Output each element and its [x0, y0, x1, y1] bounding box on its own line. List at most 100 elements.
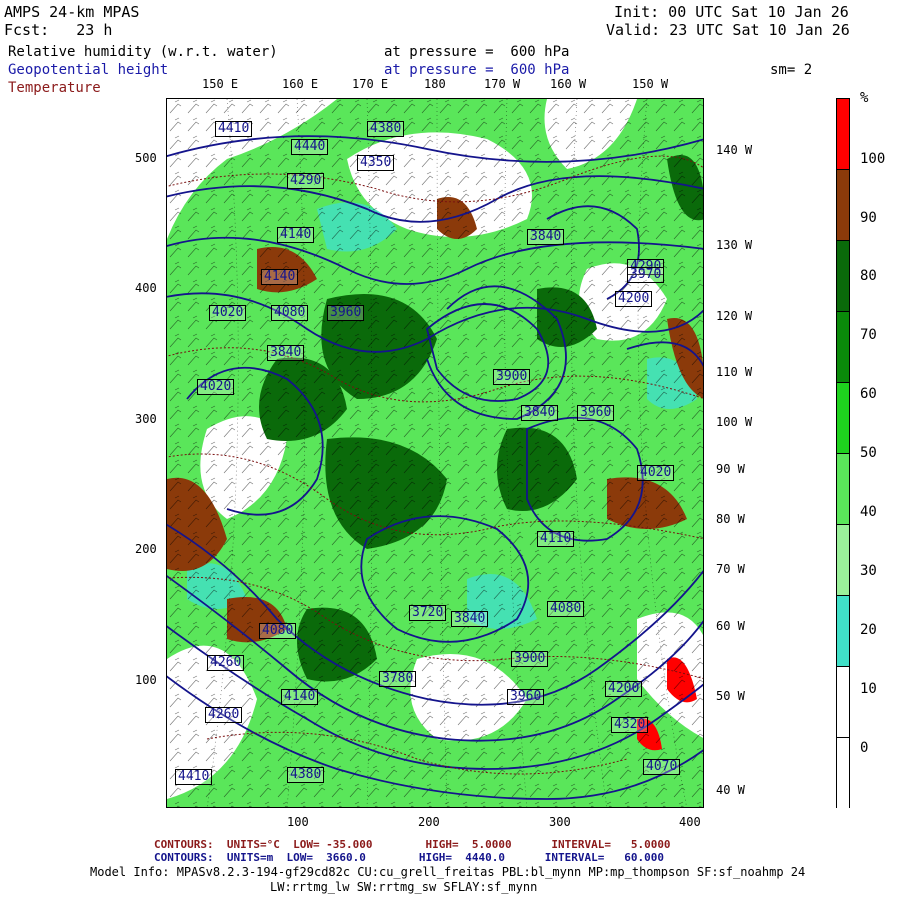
right-lon-label: 140 W	[716, 143, 753, 157]
right-lon-label: 80 W	[716, 512, 745, 526]
map-panel[interactable]: 4410 4380 4440 4350 4290 4140 4140 4020 4080 3840…	[166, 98, 704, 808]
height-contour-label: 3840	[527, 229, 565, 245]
field-rh-level: at pressure = 600 hPa	[384, 44, 570, 60]
height-contour-label: 4020	[209, 305, 247, 321]
right-lon-label: 50 W	[716, 689, 745, 703]
model-info-line-2: LW:rrtmg_lw SW:rrtmg_sw SFLAY:sf_mynn	[270, 880, 538, 894]
height-contour-label: 3960	[507, 689, 545, 705]
right-lon-label: 60 W	[716, 619, 745, 633]
height-contour-label: 4080	[271, 305, 309, 321]
height-contour-label: 4070	[643, 759, 681, 775]
y-tick-label: 200	[135, 542, 157, 556]
height-contour-label: 3840	[521, 405, 559, 421]
right-lon-label: 130 W	[716, 238, 753, 252]
height-contour-label: 4080	[259, 623, 297, 639]
x-tick-label: 400	[679, 815, 701, 829]
legend-level-label: 100	[860, 151, 886, 167]
top-lon-label: 150 E	[202, 77, 239, 91]
height-contour-label: 4380	[367, 121, 405, 137]
right-lon-label: 120 W	[716, 309, 753, 323]
smoothing-label: sm= 2	[770, 62, 813, 78]
init-time: Init: 00 UTC Sat 10 Jan 26	[614, 3, 849, 21]
height-contour-label: 4380	[287, 767, 325, 783]
y-tick-label: 300	[135, 412, 157, 426]
height-contour-label: 4140	[281, 689, 319, 705]
legend-level-label: 80	[860, 268, 877, 284]
height-contour-label: 3840	[451, 611, 489, 627]
legend-level-label: 40	[860, 504, 877, 520]
top-lon-label: 170 W	[484, 77, 521, 91]
legend-color-segment	[837, 596, 849, 667]
legend-unit: %	[860, 90, 869, 106]
rh-color-legend	[836, 98, 850, 809]
height-contour-label: 3900	[511, 651, 549, 667]
legend-color-segment	[837, 241, 849, 312]
field-height-level: at pressure = 600 hPa	[384, 62, 570, 78]
height-contour-label: 4410	[215, 121, 253, 137]
field-height-name: Geopotential height	[8, 62, 169, 78]
height-contour-label: 3970	[627, 267, 665, 283]
legend-color-segment	[837, 667, 849, 738]
valid-time: Valid: 23 UTC Sat 10 Jan 26	[606, 21, 850, 39]
wind-barbs	[167, 99, 703, 807]
top-lon-label: 150 W	[632, 77, 669, 91]
height-contour-label: 4260	[205, 707, 243, 723]
temp-contour-info: CONTOURS: UNITS=°C LOW= -35.000 HIGH= 5.…	[154, 838, 671, 851]
height-contour-label: 3780	[379, 671, 417, 687]
right-lon-label: 40 W	[716, 783, 745, 797]
height-contour-label: 4350	[357, 155, 395, 171]
legend-color-segment	[837, 454, 849, 525]
top-lon-label: 180	[424, 77, 446, 91]
legend-color-segment	[837, 525, 849, 596]
right-lon-label: 100 W	[716, 415, 753, 429]
x-tick-label: 200	[418, 815, 440, 829]
legend-level-label: 0	[860, 740, 869, 756]
height-contour-label: 4440	[291, 139, 329, 155]
height-contour-label: 3960	[327, 305, 365, 321]
top-lon-label: 160 W	[550, 77, 587, 91]
height-contour-label: 4410	[175, 769, 213, 785]
legend-level-label: 70	[860, 327, 877, 343]
height-contour-label: 3900	[493, 369, 531, 385]
height-contour-label: 4200	[615, 291, 653, 307]
height-contour-label: 4140	[277, 227, 315, 243]
legend-color-segment	[837, 383, 849, 454]
model-title: AMPS 24-km MPAS	[4, 3, 140, 21]
right-lon-label: 110 W	[716, 365, 753, 379]
forecast-hour: Fcst: 23 h	[4, 21, 113, 39]
y-tick-label: 400	[135, 281, 157, 295]
legend-level-label: 90	[860, 210, 877, 226]
height-contour-label: 4320	[611, 717, 649, 733]
top-lon-label: 160 E	[282, 77, 319, 91]
top-lon-label: 170 E	[352, 77, 389, 91]
right-lon-label: 70 W	[716, 562, 745, 576]
field-temp-name: Temperature	[8, 80, 101, 96]
height-contour-label: 4260	[207, 655, 245, 671]
field-rh-name: Relative humidity (w.r.t. water)	[8, 44, 278, 60]
model-info-line-1: Model Info: MPASv8.2.3-194-gf29cd82c CU:…	[90, 865, 806, 879]
legend-color-segment	[837, 312, 849, 383]
x-tick-label: 100	[287, 815, 309, 829]
legend-level-label: 30	[860, 563, 877, 579]
y-tick-label: 500	[135, 151, 157, 165]
legend-level-label: 50	[860, 445, 877, 461]
height-contour-label: 4140	[261, 269, 299, 285]
height-contour-label: 3720	[409, 605, 447, 621]
y-tick-label: 100	[135, 673, 157, 687]
x-tick-label: 300	[549, 815, 571, 829]
legend-color-segment	[837, 170, 849, 241]
height-contour-label: 3960	[577, 405, 615, 421]
height-contour-label: 4290	[287, 173, 325, 189]
height-contour-label: 4020	[637, 465, 675, 481]
map-field	[167, 99, 703, 807]
right-lon-label: 90 W	[716, 462, 745, 476]
height-contour-info: CONTOURS: UNITS=m LOW= 3660.0 HIGH= 4440…	[154, 851, 664, 864]
legend-color-segment	[837, 99, 849, 170]
legend-level-label: 10	[860, 681, 877, 697]
height-contour-label: 4200	[605, 681, 643, 697]
legend-level-label: 20	[860, 622, 877, 638]
height-contour-label: 4110	[537, 531, 575, 547]
height-contour-label: 4080	[547, 601, 585, 617]
legend-level-label: 60	[860, 386, 877, 402]
height-contour-label: 4020	[197, 379, 235, 395]
